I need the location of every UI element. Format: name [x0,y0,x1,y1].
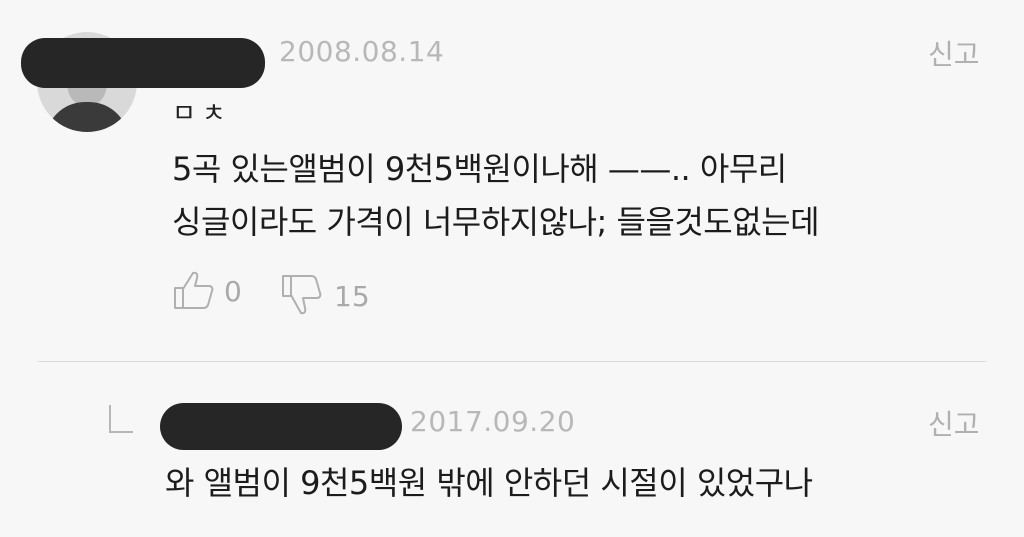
reply-body: 와 앨범이 9천5백원 밖에 안하던 시절이 있었구나 [165,464,813,502]
avatar-shoulders [45,102,129,132]
comment-date: 2008.08.14 [279,35,445,68]
dislike-count: 15 [334,279,370,313]
report-button[interactable]: 신고 [928,403,980,443]
redacted-author-name [21,38,265,88]
reply-date: 2017.09.20 [410,405,576,438]
comment-body: 5곡 있는앨범이 9천5백원이나해 ——.. 아무리 싱글이라도 가격이 너무하… [172,143,820,249]
reply-arrow-icon [109,405,133,433]
like-button[interactable]: 0 [172,268,242,314]
dislike-button[interactable]: 15 [280,268,370,324]
comment-body-line: 싱글이라도 가격이 너무하지않나; 들을것도없는데 [172,203,820,241]
thumbs-down-icon [282,275,322,315]
thumbs-up-icon [174,271,214,309]
redacted-reply-author-name [160,403,402,450]
report-button[interactable]: 신고 [928,33,980,73]
comment-body-line: 5곡 있는앨범이 9천5백원이나해 ——.. 아무리 [172,150,787,188]
comment-nickname: ㅁㅊ [172,99,232,129]
like-count: 0 [224,274,242,308]
comment-divider [38,361,986,362]
comment-thread: ㅣ ㅎ 2008.08.14 신고 ㅁㅊ 5곡 있는앨범이 9천5백원이나해 —… [0,0,1024,537]
